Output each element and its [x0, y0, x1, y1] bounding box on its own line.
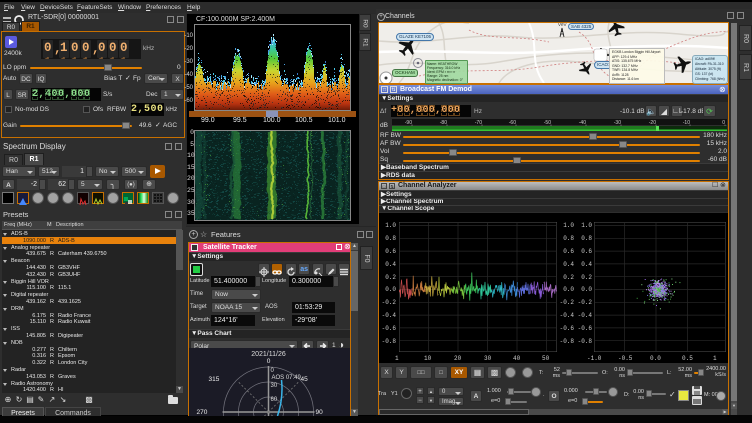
svg-text:-80: -80	[440, 120, 447, 126]
svg-text:-20: -20	[649, 120, 656, 126]
svg-text:-50: -50	[544, 120, 551, 126]
svg-text:-60: -60	[509, 120, 516, 126]
svg-text:30: 30	[271, 383, 278, 389]
svg-text:45: 45	[301, 376, 309, 383]
svg-text:-70: -70	[475, 120, 482, 126]
svg-text:-90: -90	[405, 120, 412, 126]
svg-text:90: 90	[316, 409, 324, 416]
svg-text:AOS 07:49: AOS 07:49	[272, 375, 302, 381]
svg-text:-30: -30	[614, 120, 621, 126]
svg-text:270: 270	[197, 409, 208, 416]
svg-text:315: 315	[209, 376, 220, 383]
svg-text:VëV: VëV	[558, 23, 567, 27]
svg-text:2021/11/26: 2021/11/26	[251, 351, 286, 358]
svg-text:-10: -10	[683, 120, 690, 126]
svg-text:-40: -40	[579, 120, 586, 126]
svg-text:0: 0	[267, 358, 271, 365]
svg-text:60: 60	[271, 397, 278, 403]
